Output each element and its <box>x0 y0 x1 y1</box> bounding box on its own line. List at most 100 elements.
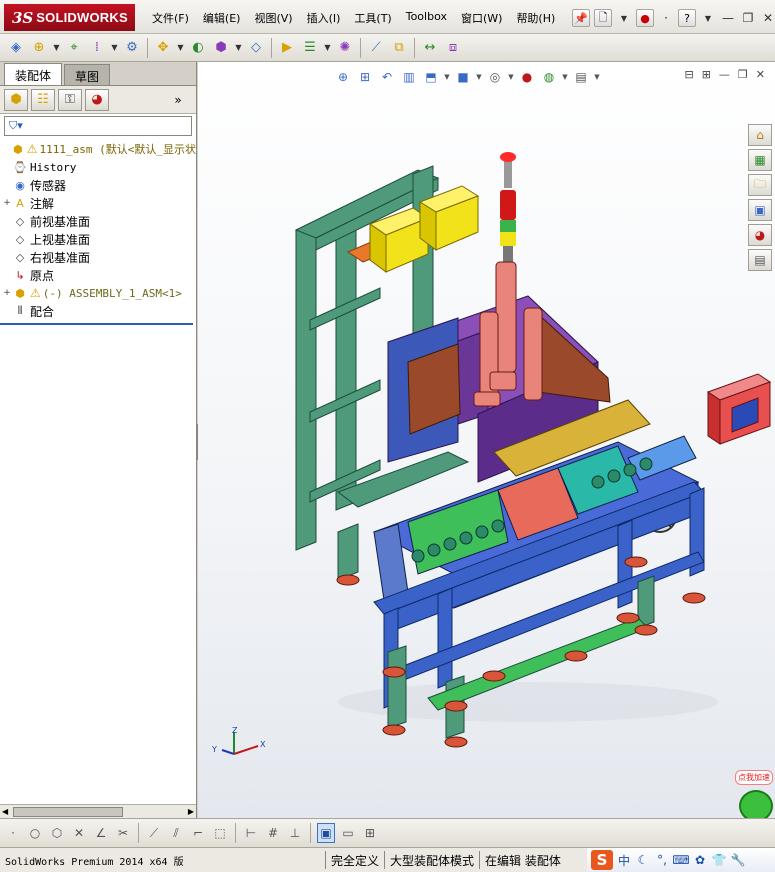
bill-of-materials-icon[interactable]: ☰ <box>300 38 320 58</box>
appearances-icon[interactable]: ◕ <box>748 224 772 246</box>
chevron-down-icon[interactable]: ▼ <box>176 38 185 58</box>
tree-top-plane[interactable]: ◇ 上视基准面 <box>2 230 196 248</box>
chevron-down-icon[interactable]: ▼ <box>700 10 716 26</box>
property-manager-icon[interactable]: ☷ <box>31 88 55 111</box>
help-icon[interactable]: ? <box>678 9 696 27</box>
pin-icon[interactable]: 📌 <box>572 9 590 27</box>
menu-file[interactable]: 文件(F) <box>145 10 196 26</box>
chevron-down-icon[interactable]: ▼ <box>234 38 243 58</box>
keyboard-icon[interactable]: ⌨ <box>672 851 689 869</box>
move-component-icon[interactable]: ✥ <box>153 38 173 58</box>
tree-item-label: History <box>30 160 77 174</box>
circle-icon[interactable]: ○ <box>26 823 44 843</box>
show-hidden-icon[interactable]: ◐ <box>188 38 208 58</box>
tree-sensors[interactable]: ◉ 传感器 <box>2 176 196 194</box>
mate-icon[interactable]: ⌖ <box>64 38 84 58</box>
menu-help[interactable]: 帮助(H) <box>509 10 562 26</box>
exploded-view-icon[interactable]: ✺ <box>335 38 355 58</box>
command-manager-tabs: 装配体 草图 <box>0 62 196 86</box>
horizontal-scrollbar[interactable]: ◀ ▶ <box>0 804 196 818</box>
assembly-features-icon[interactable]: ⬢ <box>211 38 231 58</box>
view-palette-icon[interactable]: ▣ <box>748 199 772 221</box>
chevron-down-icon[interactable]: ▼ <box>616 10 632 26</box>
chevron-down-icon[interactable]: ▼ <box>110 38 119 58</box>
tree-origin[interactable]: ↳ 原点 <box>2 266 196 284</box>
instant3d-icon[interactable]: ⧈ <box>443 38 463 58</box>
chevron-down-icon[interactable]: ▼ <box>52 38 61 58</box>
restore-icon[interactable]: ❐ <box>740 10 756 26</box>
tree-mates[interactable]: ⫴ 配合 <box>2 302 196 320</box>
wrench-icon[interactable]: 🔧 <box>730 851 746 869</box>
skin-icon[interactable]: ✿ <box>692 851 708 869</box>
solidworks-resources-icon[interactable]: ⌂ <box>748 124 772 146</box>
expand-icon[interactable]: + <box>2 288 12 298</box>
rollback-bar[interactable] <box>0 323 193 325</box>
cross-icon[interactable]: ✕ <box>70 823 88 843</box>
close-icon[interactable]: ✕ <box>760 10 775 26</box>
design-library-icon[interactable]: ▦ <box>748 149 772 171</box>
tab-assembly[interactable]: 装配体 <box>4 63 63 85</box>
point-icon[interactable]: · <box>4 823 22 843</box>
interference-icon[interactable]: ⧉ <box>389 38 409 58</box>
trim-icon[interactable]: ✂ <box>114 823 132 843</box>
tree-subassembly[interactable]: + ⬢ ⚠ (-) ASSEMBLY_1_ASM<1> <box>2 284 196 302</box>
dimension-icon[interactable]: ⊢ <box>242 823 260 843</box>
shirt-icon[interactable]: 👕 <box>711 851 727 869</box>
sogou-logo-icon[interactable]: S <box>591 850 613 870</box>
feature-manager-icon[interactable]: ⬢ <box>4 88 28 111</box>
menu-toolbox[interactable]: Toolbox <box>399 10 454 26</box>
rectangle-icon[interactable]: ⬚ <box>211 823 229 843</box>
linear-pattern-icon[interactable]: ⁞ <box>87 38 107 58</box>
tree-root-assembly[interactable]: ⬢ ⚠ 1111_asm (默认<默认_显示状 <box>2 140 196 158</box>
chevron-down-icon[interactable]: ▼ <box>323 38 332 58</box>
grid-icon[interactable]: # <box>264 823 282 843</box>
single-view-icon[interactable]: ▭ <box>339 823 357 843</box>
solidworks-logo[interactable]: 3S SOLIDWORKS <box>4 4 135 31</box>
more-tabs-icon[interactable]: » <box>166 89 190 111</box>
ime-mode[interactable]: 中 <box>616 851 632 869</box>
traffic-light-icon[interactable]: ● <box>636 9 654 27</box>
configuration-manager-icon[interactable]: ⚿ <box>58 88 82 111</box>
menu-insert[interactable]: 插入(I) <box>300 10 348 26</box>
split-view-icon[interactable]: ⊞ <box>361 823 379 843</box>
minimize-icon[interactable]: — <box>720 10 736 26</box>
moon-icon[interactable]: ☾ <box>635 851 651 869</box>
smart-fasteners-icon[interactable]: ⚙ <box>122 38 142 58</box>
scroll-thumb[interactable] <box>13 806 123 817</box>
menu-view[interactable]: 视图(V) <box>247 10 299 26</box>
new-component-icon[interactable]: ◈ <box>6 38 26 58</box>
explode-line-icon[interactable]: ⟋ <box>366 38 386 58</box>
expand-icon[interactable]: + <box>2 198 12 208</box>
menu-edit[interactable]: 编辑(E) <box>196 10 248 26</box>
punctuation-icon[interactable]: °, <box>654 851 670 869</box>
cube-icon[interactable]: ▣ <box>317 823 335 843</box>
speed-up-widget[interactable]: 点我加速 <box>723 770 773 818</box>
custom-properties-icon[interactable]: ▤ <box>748 249 772 271</box>
tree-front-plane[interactable]: ◇ 前视基准面 <box>2 212 196 230</box>
angle-icon[interactable]: ∠ <box>92 823 110 843</box>
relation-icon[interactable]: ⊥ <box>286 823 304 843</box>
polygon-icon[interactable]: ⬡ <box>48 823 66 843</box>
graphics-area[interactable]: ⊕⊞↶▥⬒▼■▼◎▼●◍▼▤▼ ⊟ ⊞ — ❐ ✕ <box>198 62 775 818</box>
tree-history[interactable]: ⌚ History <box>2 158 196 176</box>
display-manager-icon[interactable]: ◕ <box>85 88 109 111</box>
history-icon: ⌚ <box>13 160 27 174</box>
assembly-model[interactable] <box>198 62 775 818</box>
clearance-icon[interactable]: ↔ <box>420 38 440 58</box>
offset-icon[interactable]: ⫽ <box>167 823 185 843</box>
tree-right-plane[interactable]: ◇ 右视基准面 <box>2 248 196 266</box>
tab-sketch[interactable]: 草图 <box>64 64 111 85</box>
filter-field[interactable]: ⛉▾ <box>4 116 192 136</box>
scroll-right-icon[interactable]: ▶ <box>188 807 194 816</box>
menu-tools[interactable]: 工具(T) <box>347 10 398 26</box>
extend-icon[interactable]: ⟋ <box>145 823 163 843</box>
new-document-icon[interactable]: 🗋 <box>594 9 612 27</box>
corner-icon[interactable]: ⌐ <box>189 823 207 843</box>
menu-window[interactable]: 窗口(W) <box>454 10 509 26</box>
reference-geometry-icon[interactable]: ◇ <box>246 38 266 58</box>
new-motion-study-icon[interactable]: ▶ <box>277 38 297 58</box>
file-explorer-icon[interactable]: 🗀 <box>748 174 772 196</box>
scroll-left-icon[interactable]: ◀ <box>2 807 8 816</box>
insert-component-icon[interactable]: ⊕ <box>29 38 49 58</box>
tree-annotations[interactable]: + A 注解 <box>2 194 196 212</box>
